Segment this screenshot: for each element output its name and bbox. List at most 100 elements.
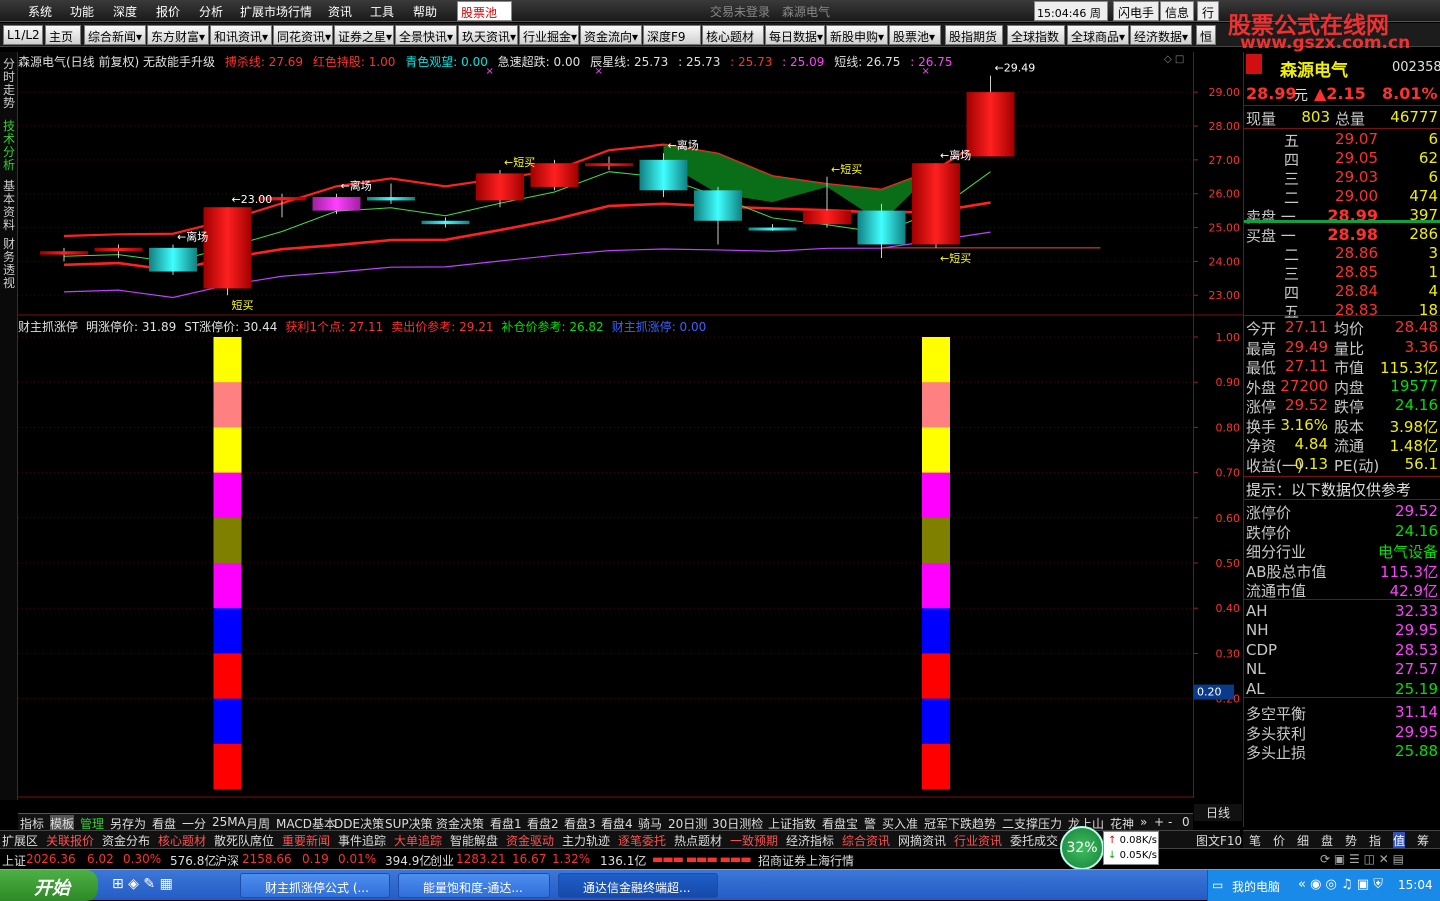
candle[interactable] — [585, 156, 633, 170]
extension-tab[interactable]: 事件追踪 — [338, 832, 386, 849]
indicator-tab[interactable]: » — [1140, 815, 1147, 829]
home-button[interactable]: 主页 — [45, 25, 81, 45]
candle[interactable] — [476, 170, 524, 208]
toolbar-core-theme[interactable]: 核心题材 — [702, 25, 764, 45]
toolbar-stockstar[interactable]: 证券之星▾ — [334, 25, 394, 45]
candle[interactable] — [203, 207, 252, 296]
toolbar-industry[interactable]: 行业掘金▾ — [519, 25, 579, 45]
candle[interactable] — [857, 203, 906, 258]
extension-tab[interactable]: 重要新闻 — [282, 832, 330, 849]
l1-l2-button[interactable]: L1/L2 — [3, 25, 43, 45]
extension-tab[interactable]: 行业资讯 — [954, 832, 1002, 849]
extension-tab[interactable]: 逐笔委托 — [618, 832, 666, 849]
tab-technical[interactable]: 技术分析 — [2, 120, 16, 172]
toolbar-quanjing[interactable]: 全景快讯▾ — [395, 25, 457, 45]
extension-tab[interactable]: 一致预期 — [730, 832, 778, 849]
extension-tab[interactable]: 图文F10 — [1196, 832, 1242, 849]
extension-tab[interactable]: 资金分布 — [102, 832, 150, 849]
extension-tab[interactable]: 委托成交 — [1010, 832, 1058, 849]
quote-mini-tab[interactable]: 筹 — [1417, 832, 1429, 849]
task-formula[interactable]: 财主抓涨停公式 (... — [240, 873, 390, 898]
menu-function[interactable]: 功能 — [70, 3, 94, 20]
extension-tab[interactable]: 关联报价 — [46, 832, 94, 849]
info-button[interactable]: 信息 — [1160, 1, 1195, 21]
quote-mini-tab[interactable]: 势 — [1345, 832, 1357, 849]
extension-tab[interactable]: 经济指标 — [786, 832, 834, 849]
ask-row[interactable]: 二 29.00 474 — [1246, 187, 1439, 207]
quote-mini-tab[interactable]: 细 — [1297, 832, 1309, 849]
indicator-tab[interactable]: 0 — [1182, 815, 1190, 829]
toolbar-daily-data[interactable]: 每日数据▾ — [765, 25, 825, 45]
ask-row[interactable]: 四 29.05 62 — [1246, 149, 1439, 169]
indicator-tab[interactable]: - — [1168, 815, 1172, 829]
bid-row[interactable]: 四 28.84 4 — [1246, 282, 1439, 302]
quote-button[interactable]: 行 — [1197, 1, 1220, 21]
toolbar-f9[interactable]: 深度F9 — [643, 25, 701, 45]
toolbar-global-index[interactable]: 全球指数 — [1007, 25, 1065, 45]
candle[interactable] — [748, 224, 797, 231]
candle[interactable] — [312, 193, 361, 214]
candle[interactable] — [694, 186, 742, 245]
tab-financials[interactable]: 财务透视 — [2, 238, 16, 290]
quote-mini-tab[interactable]: 笔 — [1249, 832, 1261, 849]
computer-icon[interactable]: ▭ — [1212, 878, 1223, 892]
start-button[interactable]: 开始 — [0, 870, 98, 901]
menu-stock-pool[interactable]: 股票池1 — [457, 1, 512, 36]
quote-mini-tab[interactable]: 价 — [1273, 832, 1285, 849]
candle[interactable] — [530, 159, 579, 191]
extension-tab[interactable]: 智能解盘 — [450, 832, 498, 849]
flash-trade-button[interactable]: 闪电手 — [1113, 1, 1160, 21]
candle[interactable] — [40, 247, 88, 262]
bid-row[interactable]: 三 28.85 1 — [1246, 263, 1439, 283]
quote-mini-tab[interactable]: 值 — [1393, 832, 1406, 849]
menu-system[interactable]: 系统 — [28, 3, 52, 20]
extension-tab[interactable]: 散死队席位 — [214, 832, 274, 849]
ask-row[interactable]: 三 29.03 6 — [1246, 168, 1439, 188]
toolbar-fundflow[interactable]: 资金流向▾ — [580, 25, 642, 45]
extension-tab[interactable]: 综合资讯 — [842, 832, 890, 849]
indicator-tab[interactable]: + — [1154, 815, 1164, 829]
toolbar-ipo[interactable]: 新股申购▾ — [826, 25, 888, 45]
extension-tab[interactable]: 热点题材 — [674, 832, 722, 849]
candle[interactable] — [912, 163, 960, 248]
extension-tab[interactable]: 网摘资讯 — [898, 832, 946, 849]
status-icons[interactable]: ⟳ ▣ ☰ ◫ ✕ ▤ — [1320, 852, 1404, 866]
toolbar-more[interactable]: 恒 — [1196, 25, 1216, 45]
task-tdx[interactable]: 通达信金融终端超... — [558, 873, 718, 898]
candle[interactable] — [94, 244, 143, 258]
tab-intraday[interactable]: 分时走势 — [2, 58, 16, 110]
indicator-tab[interactable]: 25MA — [212, 815, 246, 829]
bid-row[interactable]: 二 28.86 3 — [1246, 244, 1439, 264]
candle[interactable] — [421, 217, 470, 228]
menu-help[interactable]: 帮助 — [413, 3, 437, 20]
tab-fundamentals[interactable]: 基本资料 — [2, 180, 16, 232]
candle[interactable] — [966, 75, 1015, 157]
extension-tab[interactable]: 核心题材 — [158, 832, 206, 849]
menu-extended-market[interactable]: 扩展市场行情 — [240, 3, 312, 20]
menu-news[interactable]: 资讯 — [328, 3, 352, 20]
toolbar-hexun[interactable]: 和讯资讯▾ — [210, 25, 272, 45]
toolbar-stock-pool[interactable]: 股票池▾ — [889, 25, 941, 45]
toolbar-ths[interactable]: 同花资讯▾ — [273, 25, 333, 45]
menu-depth[interactable]: 深度 — [113, 3, 137, 20]
panel-control-icon[interactable]: ◇ □ — [1164, 54, 1184, 65]
extension-tab[interactable]: 大单追踪 — [394, 832, 442, 849]
toolbar-index-futures[interactable]: 股指期货 — [945, 25, 1003, 45]
toolbar-eastmoney[interactable]: 东方财富▾ — [147, 25, 209, 45]
extension-tab[interactable]: 资金驱动 — [506, 832, 554, 849]
tray-icons[interactable]: « ◉ ◎ ♫ ▣ ⛨ — [1298, 877, 1383, 892]
period-label[interactable]: 日线 — [1194, 804, 1242, 821]
menu-tools[interactable]: 工具 — [370, 3, 394, 20]
bid-row[interactable]: 买盘 一 28.98 286 — [1246, 225, 1439, 245]
quote-mini-tab[interactable]: 指 — [1369, 832, 1381, 849]
candle[interactable] — [149, 244, 197, 275]
quote-mini-tab[interactable]: 盘 — [1321, 832, 1333, 849]
quicklaunch-icons[interactable]: ⊞ ◈ ✎ ▦ — [112, 876, 173, 892]
chart-area[interactable]: ←离场 ←23.00 短买 ←离场 ←短买 ←离场 ←短买 ←离场 ←短买 ←29.49 × × × ◇ … — [18, 52, 1193, 798]
toolbar-news[interactable]: 综合新闻▾ — [84, 25, 146, 45]
toolbar-economic-data[interactable]: 经济数据▾ — [1130, 25, 1192, 45]
menu-analysis[interactable]: 分析 — [199, 3, 223, 20]
ask-row[interactable]: 五 29.07 6 — [1246, 130, 1439, 150]
toolbar-jiutian[interactable]: 玖天资讯▾ — [458, 25, 518, 45]
menu-quote[interactable]: 报价 — [156, 3, 180, 20]
